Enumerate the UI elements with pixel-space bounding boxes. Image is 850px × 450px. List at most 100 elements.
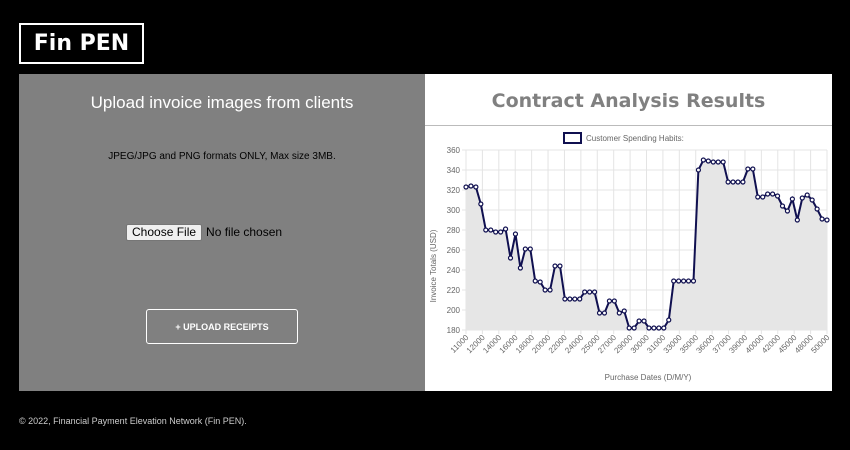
upload-title: Upload invoice images from clients	[90, 93, 354, 112]
chart-point	[512, 231, 519, 237]
chart-point	[824, 217, 830, 223]
chart-point	[552, 263, 558, 269]
chart-point	[765, 191, 771, 197]
chart-y-ticks: 180 200 220 240 260 280 300 320 340 360	[447, 146, 461, 335]
chart-point	[493, 229, 499, 235]
chart-point	[542, 287, 548, 293]
chart-point	[611, 298, 617, 304]
chart-point	[463, 184, 469, 190]
chart-point	[596, 310, 603, 316]
y-tick-label: 260	[447, 246, 461, 255]
chart-point	[577, 296, 583, 302]
y-tick-label: 200	[447, 306, 461, 315]
chart-point	[522, 246, 528, 252]
y-tick-label: 340	[447, 166, 461, 175]
upload-receipts-button[interactable]: + UPLOAD RECEIPTS	[146, 309, 298, 344]
chart-point	[799, 195, 805, 201]
chart-point	[720, 159, 726, 165]
results-panel: Contract Analysis Results 180 200 220 240 26…	[425, 74, 832, 391]
chart-point	[755, 194, 761, 200]
chart-point	[483, 227, 489, 233]
chart-point	[626, 325, 632, 331]
chart-point	[680, 278, 687, 284]
y-tick-label: 180	[447, 326, 461, 335]
chart-point	[809, 197, 815, 203]
chart-point	[779, 203, 786, 209]
footer-copyright: © 2022, Financial Payment Elevation Netw…	[19, 416, 247, 426]
y-tick-label: 220	[447, 286, 461, 295]
chart-point	[819, 216, 825, 222]
chart-point	[661, 325, 667, 331]
chart-point	[705, 158, 711, 164]
results-divider	[425, 125, 832, 126]
chart-point	[631, 325, 637, 331]
chart-point	[646, 325, 652, 331]
chart-point	[601, 310, 608, 316]
chart-point	[621, 308, 627, 314]
y-tick-label: 360	[447, 146, 461, 155]
chart-point	[715, 159, 721, 165]
chart-point	[695, 167, 702, 173]
chart-point	[700, 157, 706, 163]
chart-point	[532, 278, 538, 284]
upload-format-note: JPEG/JPG and PNG formats ONLY, Max size …	[108, 151, 336, 162]
chart-point	[745, 166, 751, 172]
chart-point	[557, 263, 563, 269]
y-tick-label: 300	[447, 206, 461, 215]
chart-point	[784, 208, 791, 214]
chart-x-ticks: 1100012000140001600018000200002200024000…	[449, 333, 832, 355]
brand-logo[interactable]: Fin PEN	[19, 23, 144, 64]
chart-point	[770, 191, 776, 197]
chart-point	[572, 296, 578, 302]
chart-point	[591, 289, 598, 295]
chart-point	[468, 183, 474, 189]
chart-point	[676, 278, 682, 284]
chart-point	[616, 310, 622, 316]
legend-swatch	[563, 132, 582, 144]
chart-point	[641, 318, 647, 324]
chart-point	[587, 289, 593, 295]
chart-point	[710, 159, 716, 165]
chart-point	[730, 179, 736, 185]
x-tick-label: 50000	[809, 333, 831, 355]
chart-point	[725, 179, 731, 185]
chart-point	[478, 201, 484, 207]
choose-file-button[interactable]: Choose File	[126, 223, 203, 241]
y-tick-label: 240	[447, 266, 461, 275]
chart-point	[651, 325, 657, 331]
chart-point	[685, 278, 692, 284]
x-axis-label: Purchase Dates (D/M/Y)	[605, 373, 692, 382]
chart-point	[582, 289, 588, 295]
chart-point	[750, 166, 756, 172]
chart-point	[740, 179, 746, 185]
results-title: Contract Analysis Results	[491, 90, 766, 112]
chart-point	[804, 192, 810, 198]
chart-point	[666, 317, 672, 323]
y-tick-label: 320	[447, 186, 461, 195]
chart-point	[473, 184, 479, 190]
chart-point	[502, 226, 509, 232]
legend-label: Customer Spending Habits:	[586, 134, 684, 143]
file-input[interactable]: Choose File No file chosen	[126, 223, 282, 241]
chart-point	[567, 296, 573, 302]
chart-point	[498, 229, 504, 235]
chart-point	[814, 206, 820, 212]
chart-point	[537, 279, 543, 285]
y-axis-label: Invoice Totals (USD)	[429, 229, 438, 302]
chart-point	[760, 194, 766, 200]
chart-point	[507, 255, 514, 261]
file-status: No file chosen	[206, 225, 283, 239]
chart-point	[735, 179, 741, 185]
chart-point	[606, 298, 613, 304]
chart-point	[527, 246, 533, 252]
chart-point	[671, 278, 677, 284]
chart-point	[690, 278, 697, 284]
chart-point	[562, 296, 568, 302]
chart-point	[789, 196, 795, 202]
spending-chart: 180 200 220 240 260 280 300 320 340 360 110001200…	[429, 132, 832, 382]
chart-point	[547, 287, 553, 293]
y-tick-label: 280	[447, 226, 461, 235]
upload-panel: Upload invoice images from clients JPEG/…	[19, 74, 425, 391]
chart-point	[656, 325, 662, 331]
chart-point	[774, 193, 781, 199]
